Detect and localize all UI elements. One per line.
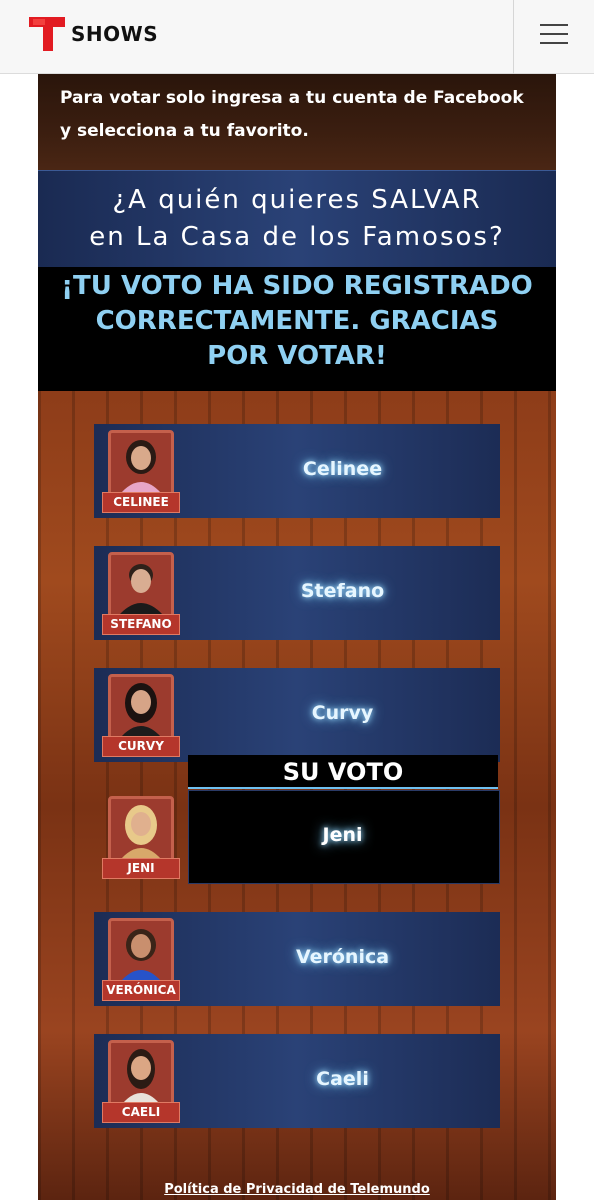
portrait-frame bbox=[108, 918, 174, 984]
candidate-photo-veronica bbox=[121, 929, 161, 981]
telemundo-t-logo-icon[interactable] bbox=[27, 13, 67, 53]
portrait-frame bbox=[108, 796, 174, 862]
candidate-tag: STEFANO bbox=[102, 614, 180, 635]
candidate-portrait: CURVY bbox=[102, 674, 180, 760]
candidate-portrait: CAELI bbox=[102, 1040, 180, 1126]
confirmation-line-3: POR VOTAR! bbox=[207, 341, 387, 371]
candidate-portrait: STEFANO bbox=[102, 552, 180, 638]
menu-divider bbox=[513, 0, 514, 74]
candidate-portrait: CELINEE bbox=[102, 430, 180, 516]
candidate-photo-curvy bbox=[121, 683, 161, 737]
question-banner: ¿A quién quieres SALVAR en La Casa de lo… bbox=[38, 170, 556, 267]
candidate-name: Jeni bbox=[322, 824, 363, 846]
candidate-tag: CURVY bbox=[102, 736, 180, 757]
candidate-photo-caeli bbox=[123, 1049, 159, 1103]
intro-text: Para votar solo ingresa a tu cuenta de F… bbox=[60, 88, 524, 141]
candidate-portrait: JENI bbox=[102, 796, 180, 882]
portrait-frame bbox=[108, 552, 174, 618]
portrait-frame bbox=[108, 430, 174, 496]
candidate-tag: VERÓNICA bbox=[102, 980, 180, 1001]
confirmation-line-1: ¡TU VOTO HA SIDO REGISTRADO bbox=[61, 271, 533, 301]
candidate-name: Curvy bbox=[311, 702, 374, 724]
candidate-name: Celinee bbox=[302, 458, 383, 480]
your-vote-label: SU VOTO bbox=[188, 755, 498, 789]
candidate-option-jeni[interactable]: JENI Jeni bbox=[94, 790, 500, 884]
confirmation-line-2: CORRECTAMENTE. GRACIAS bbox=[95, 306, 499, 336]
candidate-option-veronica[interactable]: VERÓNICA Verónica bbox=[94, 912, 500, 1006]
candidate-option-celinee[interactable]: CELINEE Celinee bbox=[94, 424, 500, 518]
candidate-option-curvy[interactable]: CURVY Curvy bbox=[94, 668, 500, 762]
candidate-tag: JENI bbox=[102, 858, 180, 879]
intro-section: Para votar solo ingresa a tu cuenta de F… bbox=[38, 74, 556, 170]
portrait-frame bbox=[108, 674, 174, 740]
candidate-name: Caeli bbox=[316, 1068, 369, 1090]
brand-title[interactable]: SHOWS bbox=[71, 22, 158, 46]
hamburger-menu-icon[interactable] bbox=[540, 22, 568, 46]
question-line-2: en La Casa de los Famosos? bbox=[89, 222, 505, 252]
candidate-name: Verónica bbox=[295, 946, 390, 968]
candidate-photo-stefano bbox=[119, 564, 163, 615]
candidate-tag: CELINEE bbox=[102, 492, 180, 513]
candidate-option-stefano[interactable]: STEFANO Stefano bbox=[94, 546, 500, 640]
vote-widget: Para votar solo ingresa a tu cuenta de F… bbox=[38, 74, 556, 1200]
candidate-portrait: VERÓNICA bbox=[102, 918, 180, 1004]
vote-confirmation: ¡TU VOTO HA SIDO REGISTRADO CORRECTAMENT… bbox=[38, 267, 556, 391]
candidate-name: Stefano bbox=[300, 580, 385, 602]
candidate-photo-celinee bbox=[121, 440, 161, 493]
candidate-photo-jeni bbox=[121, 805, 161, 859]
candidate-option-caeli[interactable]: CAELI Caeli bbox=[94, 1034, 500, 1128]
candidate-tag: CAELI bbox=[102, 1102, 180, 1123]
privacy-policy-link[interactable]: Política de Privacidad de Telemundo bbox=[38, 1182, 556, 1197]
portrait-frame bbox=[108, 1040, 174, 1106]
top-navigation-bar: SHOWS bbox=[0, 0, 594, 74]
question-line-1: ¿A quién quieres SALVAR bbox=[112, 185, 482, 215]
